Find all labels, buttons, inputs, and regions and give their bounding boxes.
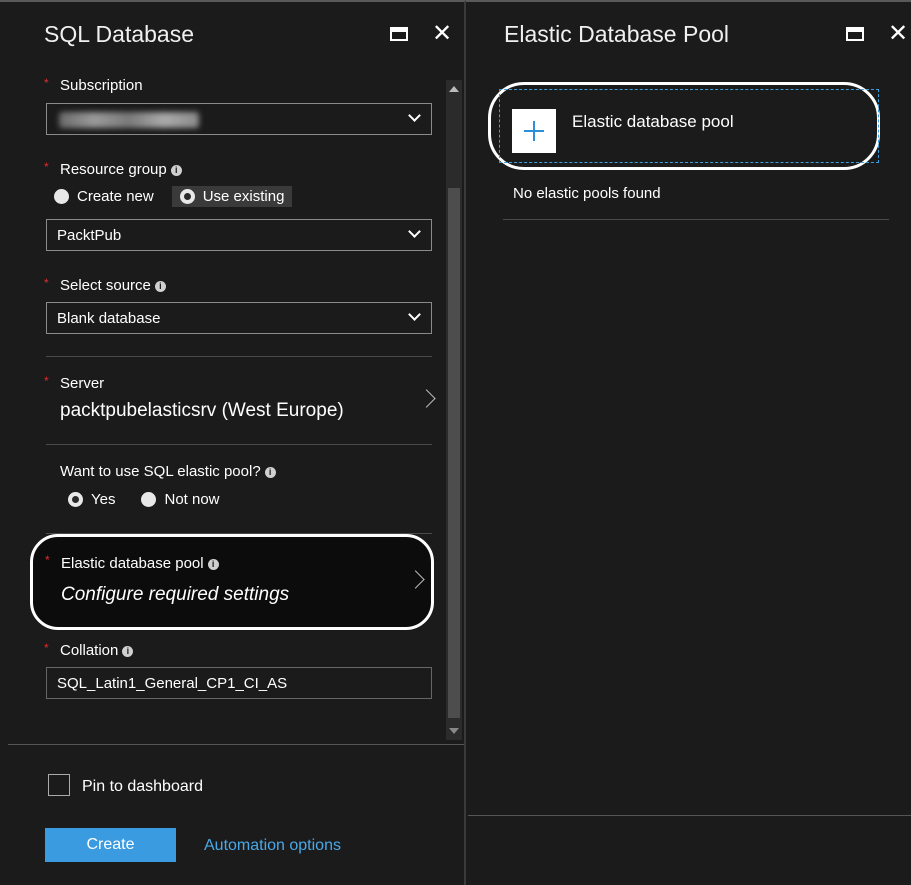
select-source-label: Select source i <box>60 277 166 294</box>
select-source-value: Blank database <box>57 310 161 327</box>
scroll-thumb[interactable] <box>448 188 460 718</box>
footer-divider <box>468 815 911 816</box>
divider <box>503 219 889 220</box>
select-source-dropdown[interactable]: Blank database <box>46 302 432 334</box>
radio-not-now[interactable]: Not now <box>133 489 227 510</box>
divider <box>46 356 432 357</box>
resource-group-label-text: Resource group <box>60 161 167 178</box>
radio-create-new-label: Create new <box>77 188 154 205</box>
empty-pools-message: No elastic pools found <box>513 185 661 202</box>
collation-label-text: Collation <box>60 642 119 659</box>
create-button[interactable]: Create <box>45 828 176 862</box>
scrollbar[interactable] <box>446 80 462 740</box>
add-elastic-pool-label[interactable]: Elastic database pool <box>572 112 734 132</box>
blade-title: Elastic Database Pool <box>504 21 730 47</box>
server-value: packtpubelasticsrv (West Europe) <box>60 400 344 421</box>
elastic-pool-question-label: Want to use SQL elastic pool? i <box>60 463 276 480</box>
plus-icon[interactable] <box>512 109 556 153</box>
radio-create-new[interactable]: Create new <box>46 186 162 207</box>
required-marker: * <box>44 76 49 90</box>
subscription-dropdown[interactable] <box>46 103 432 135</box>
maximize-icon[interactable] <box>844 22 868 46</box>
radio-checked-icon <box>179 189 195 204</box>
subscription-label: Subscription <box>60 77 143 94</box>
elastic-pool-selector[interactable]: * Elastic database pool i Configure requi… <box>30 534 434 630</box>
elastic-pool-label: Elastic database pool i <box>61 555 219 572</box>
required-marker: * <box>44 374 49 388</box>
pin-to-dashboard-checkbox[interactable] <box>48 774 70 796</box>
info-icon[interactable]: i <box>207 559 219 570</box>
automation-options-link[interactable]: Automation options <box>204 837 341 855</box>
blade-header: SQL Database ✕ <box>0 2 464 68</box>
close-icon[interactable]: ✕ <box>886 22 910 46</box>
info-icon[interactable]: i <box>264 467 276 478</box>
radio-use-existing[interactable]: Use existing <box>171 186 293 207</box>
elastic-pool-radio-group: Yes Not now <box>60 489 238 510</box>
info-icon[interactable]: i <box>122 646 134 657</box>
blade-header: Elastic Database Pool ✕ <box>466 2 911 68</box>
collation-value: SQL_Latin1_General_CP1_CI_AS <box>57 675 288 692</box>
radio-use-existing-label: Use existing <box>202 188 285 205</box>
required-marker: * <box>44 160 49 174</box>
select-source-label-text: Select source <box>60 277 151 294</box>
scroll-down-arrow-icon[interactable] <box>449 728 459 734</box>
blade-title: SQL Database <box>44 21 195 47</box>
elastic-pool-label-text: Elastic database pool <box>61 555 204 572</box>
resource-group-dropdown[interactable]: PacktPub <box>46 219 432 251</box>
chevron-down-icon <box>407 308 423 324</box>
chevron-right-icon <box>420 390 434 404</box>
server-label: Server <box>60 375 105 392</box>
footer-divider <box>8 744 464 745</box>
collation-label: Collation i <box>60 642 134 659</box>
radio-not-now-label: Not now <box>164 491 220 508</box>
radio-yes-label: Yes <box>91 491 116 508</box>
sql-database-blade: SQL Database ✕ * Subscription * Resource… <box>0 0 466 885</box>
maximize-icon[interactable] <box>388 22 412 46</box>
elastic-pool-value: Configure required settings <box>61 584 290 605</box>
chevron-down-icon <box>407 225 423 241</box>
radio-yes[interactable]: Yes <box>60 489 123 510</box>
elastic-pool-question-text: Want to use SQL elastic pool? <box>60 463 261 480</box>
chevron-right-icon <box>409 571 423 585</box>
info-icon[interactable]: i <box>154 281 166 292</box>
required-marker: * <box>45 553 50 567</box>
required-marker: * <box>44 641 49 655</box>
chevron-down-icon <box>407 109 423 125</box>
info-icon[interactable]: i <box>170 165 182 176</box>
resource-group-label: Resource group i <box>60 161 182 178</box>
subscription-value-redacted <box>59 112 199 128</box>
collation-input[interactable]: SQL_Latin1_General_CP1_CI_AS <box>46 667 432 699</box>
required-marker: * <box>44 276 49 290</box>
close-icon[interactable]: ✕ <box>430 22 454 46</box>
resource-group-radio-group: Create new Use existing <box>46 186 302 207</box>
radio-icon <box>141 492 157 507</box>
pin-to-dashboard-label: Pin to dashboard <box>82 778 203 795</box>
scroll-up-arrow-icon[interactable] <box>449 86 459 92</box>
divider <box>46 444 432 445</box>
radio-checked-icon <box>68 492 83 507</box>
radio-icon <box>54 189 69 204</box>
resource-group-value: PacktPub <box>57 227 122 244</box>
